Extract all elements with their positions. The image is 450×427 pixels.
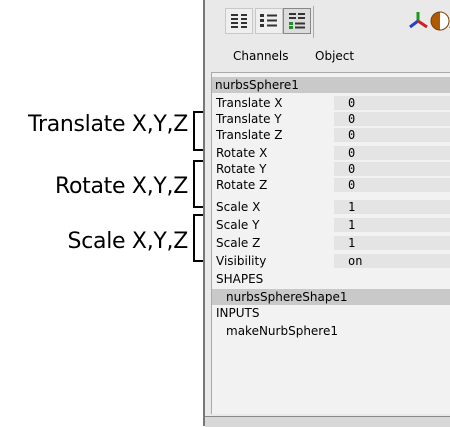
channel-list: nurbsSphere1 Translate X 0 Translate Y 0…	[211, 72, 450, 414]
scale-callout: Scale X,Y,Z	[67, 229, 189, 254]
inputs-header: INPUTS	[216, 306, 260, 320]
channel-row[interactable]: Rotate Z 0	[212, 177, 450, 193]
channel-row[interactable]: Scale Y 1	[212, 217, 450, 233]
channel-label: Scale Y	[216, 218, 260, 232]
translate-callout: Translate X,Y,Z	[28, 112, 188, 137]
tab-object[interactable]: Object	[315, 49, 354, 63]
channel-value: on	[348, 254, 363, 268]
channel-label: Translate Y	[216, 112, 282, 126]
channel-row[interactable]: Rotate Y 0	[212, 161, 450, 177]
toolbar	[205, 0, 450, 44]
inputs-header-row: INPUTS	[212, 305, 450, 321]
channel-value: 1	[348, 200, 356, 214]
object-name: nurbsSphere1	[215, 78, 299, 92]
channel-value: 0	[348, 96, 356, 110]
channel-label: Scale X	[216, 200, 261, 214]
toolbar-divider	[313, 6, 314, 38]
channel-row[interactable]: Visibility on	[212, 253, 450, 269]
channel-label: Scale Z	[216, 236, 261, 250]
channel-row[interactable]: Scale X 1	[212, 199, 450, 215]
channel-layer-icon	[289, 13, 305, 29]
channel-row[interactable]: Scale Z 1	[212, 235, 450, 251]
shape-item: nurbsSphereShape1	[226, 290, 348, 304]
channel-label: Rotate Y	[216, 162, 267, 176]
rotate-callout: Rotate X,Y,Z	[55, 174, 188, 199]
channel-box-panel: Channels Object nurbsSphere1 Translate X…	[203, 0, 450, 427]
channel-box-button[interactable]	[225, 8, 253, 34]
channel-label: Translate X	[216, 96, 283, 110]
channel-label: Visibility	[216, 254, 267, 268]
channel-value: 1	[348, 236, 356, 250]
panel-bottom-edge	[205, 416, 450, 427]
channel-row[interactable]: Translate Z 0	[212, 127, 450, 143]
tab-channels[interactable]: Channels	[233, 49, 289, 63]
channel-value: 0	[348, 146, 356, 160]
channel-label: Translate Z	[216, 128, 283, 142]
channel-layer-button[interactable]	[283, 8, 311, 34]
shapes-header-row: SHAPES	[212, 271, 450, 287]
layer-editor-icon	[260, 14, 277, 27]
channel-value: 0	[348, 112, 356, 126]
layer-editor-button[interactable]	[255, 8, 283, 34]
create-icon[interactable]	[407, 10, 429, 32]
channel-label: Rotate X	[216, 146, 268, 160]
channel-value: 0	[348, 128, 356, 142]
channel-row[interactable]: Translate X 0	[212, 95, 450, 111]
render-icon[interactable]	[429, 10, 450, 32]
shape-item-row[interactable]: nurbsSphereShape1	[212, 289, 450, 305]
menu-tabs: Channels Object	[205, 44, 450, 68]
channel-row[interactable]: Rotate X 0	[212, 145, 450, 161]
channel-row[interactable]: Translate Y 0	[212, 111, 450, 127]
channel-label: Rotate Z	[216, 178, 268, 192]
shapes-header: SHAPES	[216, 272, 264, 286]
input-item-row[interactable]: makeNurbSphere1	[212, 323, 450, 339]
object-name-row[interactable]: nurbsSphere1	[212, 77, 450, 93]
channel-value: 1	[348, 218, 356, 232]
channel-value: 0	[348, 178, 356, 192]
channel-box-icon	[231, 14, 247, 28]
channel-value: 0	[348, 162, 356, 176]
input-item: makeNurbSphere1	[226, 324, 338, 338]
